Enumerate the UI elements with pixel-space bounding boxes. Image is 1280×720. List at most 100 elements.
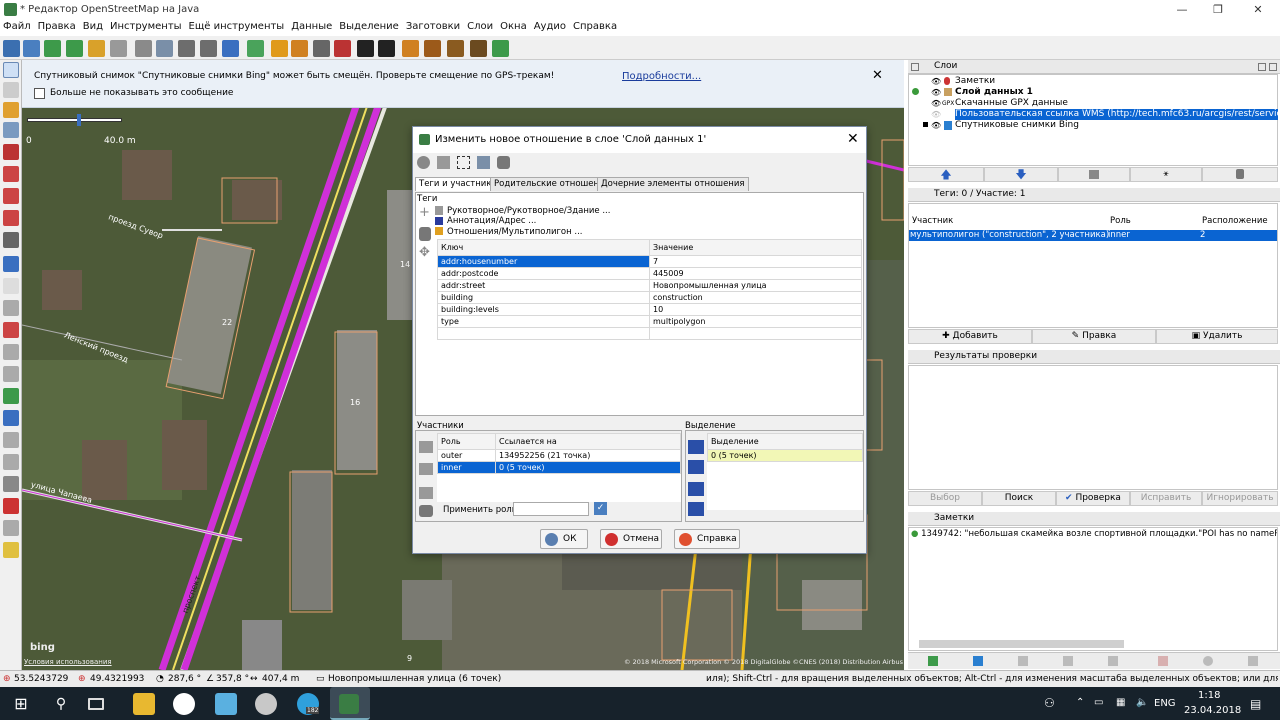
notes-panel-header[interactable]: Заметки [908,512,1280,526]
upload-notes-icon[interactable] [1203,656,1213,666]
conflict-icon[interactable] [3,366,19,382]
tag-key[interactable]: addr:housenumber [437,255,650,268]
delete-relation-icon[interactable] [497,156,510,169]
warning-icon[interactable] [402,40,419,57]
ignore-button[interactable]: Игнорировать [1202,491,1278,506]
preferences-icon[interactable] [135,40,152,57]
header-key[interactable]: Ключ [437,239,650,256]
header-ref[interactable]: Ссылается на [495,433,681,450]
tag-value[interactable]: Новопромышленная улица [649,279,862,292]
layers-collapse-icon[interactable] [911,63,919,71]
layer-item[interactable]: 👁 Спутниковые снимки Bing [911,120,1277,131]
banner-dont-show-checkbox[interactable] [34,88,45,99]
member-ref[interactable]: 0 (5 точек) [495,461,681,474]
close-note-icon[interactable] [1063,656,1073,666]
member-ref[interactable]: 134952256 (21 точка) [495,449,681,462]
member-role[interactable]: outer [437,449,496,462]
eye-icon[interactable]: 👁 [931,99,941,108]
layer-merge-button[interactable] [1058,167,1130,182]
menu-tools[interactable]: Инструменты [107,20,185,33]
help-button[interactable]: Справка [674,529,740,549]
member-row[interactable]: outer 134952256 (21 точка) [437,449,681,462]
menu-file[interactable]: Файл [0,20,34,33]
notes-lock-icon[interactable] [1248,656,1258,666]
stop-icon[interactable] [3,522,19,538]
layer-down-button[interactable]: 🡇 [984,167,1058,182]
header-role[interactable]: Роль [437,433,496,450]
extrude-icon[interactable] [3,210,19,226]
edit-tag-button[interactable]: ✎ Правка [1032,329,1156,344]
edit-member-icon[interactable] [419,487,433,499]
tag-value[interactable]: 10 [649,303,862,316]
tag-icon[interactable] [3,300,19,316]
tag-value-empty[interactable] [649,327,862,340]
minimap-icon[interactable] [3,542,19,558]
delete-tool-icon[interactable] [3,144,19,160]
history-icon[interactable] [3,344,19,360]
tag-value[interactable]: 7 [649,255,862,268]
select-button[interactable]: Выбор [908,491,982,506]
note-item[interactable]: ● 1349742: "небольшая скамейка возле спо… [911,529,1277,540]
refresh-relation-icon[interactable] [417,156,430,169]
layer-item[interactable]: 👁 Пользовательская ссылка WMS (http://te… [911,109,1278,120]
terms-link[interactable]: Условия использования [24,658,112,666]
layer-settings-button[interactable]: ⚹ [1130,167,1202,182]
tag-key[interactable]: addr:street [437,279,650,292]
add-tag-button[interactable]: ✚ Добавить [908,329,1032,344]
validation-panel-header[interactable]: Результаты проверки [908,350,1280,364]
draw-tool-icon[interactable] [3,102,19,118]
lasso-tool-icon[interactable] [3,82,19,98]
move-up-icon[interactable] [419,441,433,453]
header-value[interactable]: Значение [649,239,862,256]
eye-icon[interactable]: 👁 [931,88,941,97]
tags-panel-header-member[interactable]: Участник [912,216,953,226]
layers-panel-header[interactable]: Слои [908,60,1280,74]
tag-key[interactable]: building [437,291,650,304]
tag-row[interactable]: type multipolygon [437,315,862,328]
minimize-button[interactable]: — [1164,0,1200,20]
layers-close-icon[interactable] [1269,63,1277,71]
layer-item[interactable]: 👁 GPX Скачанные GPX данные [911,98,1277,109]
member-row[interactable]: inner 0 (5 точек) [437,461,681,474]
delete-tag-button[interactable]: ▣ Удалить [1156,329,1278,344]
tag-key-empty[interactable] [437,327,650,340]
notepad-icon[interactable] [215,693,237,715]
restaurant-icon[interactable] [424,40,441,57]
selection-item[interactable]: 0 (5 точек) [707,449,863,462]
preset-building[interactable]: Рукотворное/Рукотворное/Здание ... [447,206,610,216]
cancel-button[interactable]: Отмена [600,529,662,549]
improve-way-icon[interactable] [3,188,19,204]
eye-icon[interactable]: 👁 [931,121,941,130]
tag-key[interactable]: addr:postcode [437,267,650,280]
align-icon[interactable] [3,232,19,248]
properties-icon[interactable] [3,278,19,294]
member-role[interactable]: inner [437,461,496,474]
menu-edit[interactable]: Правка [35,20,79,33]
layer-item[interactable]: 👁 Заметки [911,76,1277,87]
menu-help[interactable]: Справка [570,20,620,33]
tag-value[interactable]: multipolygon [649,315,862,328]
filter-icon[interactable] [3,454,19,470]
explorer-icon[interactable] [133,693,155,715]
download-icon[interactable] [44,40,61,57]
menu-data[interactable]: Данные [288,20,335,33]
preset-multipolygon[interactable]: Отношения/Мультиполигон ... [447,227,583,237]
industrial-icon[interactable] [470,40,487,57]
traffic-light-icon[interactable] [271,40,288,57]
layers-detach-icon[interactable] [1258,63,1266,71]
layer-up-button[interactable]: 🡅 [908,167,984,182]
paste-tag-icon[interactable]: ✥ [419,246,431,259]
landmark-icon[interactable] [447,40,464,57]
delete-tag-icon[interactable] [419,227,431,241]
windows-start-icon[interactable]: ⊞ [10,693,32,715]
banner-close-icon[interactable]: ✕ [872,68,883,83]
menu-presets[interactable]: Заготовки [403,20,463,33]
reopen-note-icon[interactable] [1108,656,1118,666]
paint-icon[interactable] [255,693,277,715]
eye-icon[interactable]: 👁 [931,110,941,119]
zoom-data-icon[interactable] [247,40,264,57]
undo-icon[interactable] [88,40,105,57]
tag-row[interactable]: building:levels 10 [437,303,862,316]
clock-time[interactable]: 1:18 [1198,690,1220,701]
eye-icon[interactable]: 👁 [931,77,941,86]
